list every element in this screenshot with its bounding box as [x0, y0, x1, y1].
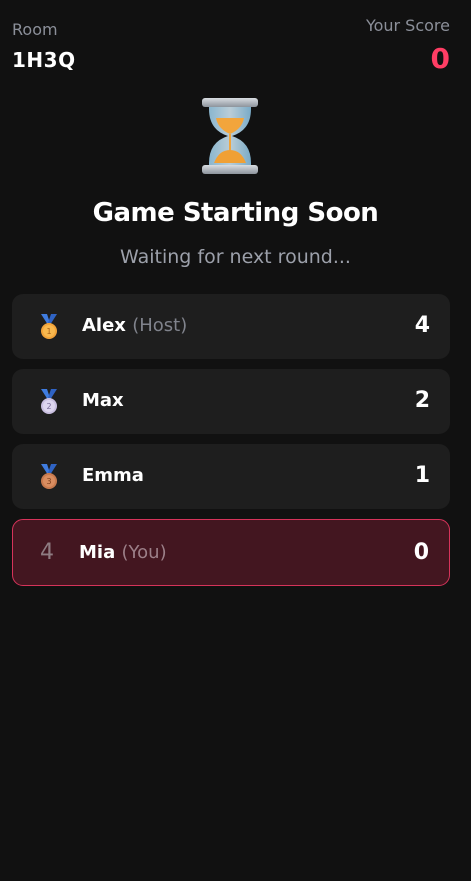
hourglass-icon [202, 98, 258, 174]
your-score-label: Your Score [365, 16, 450, 35]
status-title: Game Starting Soon [92, 198, 379, 228]
room-code: 1H3Q [12, 48, 76, 72]
player-name: Mia (You) [79, 542, 167, 563]
leaderboard-row-2: 2 Max 2 [12, 369, 450, 434]
leaderboard-row-3: 3 Emma 1 [12, 444, 450, 509]
player-name: Alex (Host) [82, 315, 187, 336]
gold-medal-icon: 1 [41, 314, 57, 339]
medal-rank: 3 [46, 477, 51, 486]
silver-medal-icon: 2 [41, 389, 57, 414]
leaderboard-row-you: 4 Mia (You) 0 [12, 519, 450, 586]
player-score: 2 [414, 388, 430, 413]
your-score-value: 0 [430, 42, 450, 75]
player-name-text: Mia [79, 542, 116, 563]
you-tag: (You) [121, 542, 167, 563]
medal-rank: 1 [46, 327, 51, 336]
room-label: Room [12, 20, 58, 39]
rank-number: 4 [40, 540, 54, 565]
bronze-medal-icon: 3 [41, 464, 57, 489]
player-score: 4 [414, 313, 430, 338]
status-subtitle: Waiting for next round... [120, 246, 351, 268]
player-name: Max [82, 390, 124, 411]
player-score: 1 [414, 463, 430, 488]
medal-rank: 2 [46, 402, 51, 411]
leaderboard-row-1: 1 Alex (Host) 4 [12, 294, 450, 359]
game-lobby-screen: Room 1H3Q Your Score 0 Game Starting Soo… [0, 0, 471, 881]
player-name: Emma [82, 465, 144, 486]
player-name-text: Alex [82, 315, 126, 336]
player-score: 0 [413, 540, 429, 565]
host-tag: (Host) [132, 315, 188, 336]
